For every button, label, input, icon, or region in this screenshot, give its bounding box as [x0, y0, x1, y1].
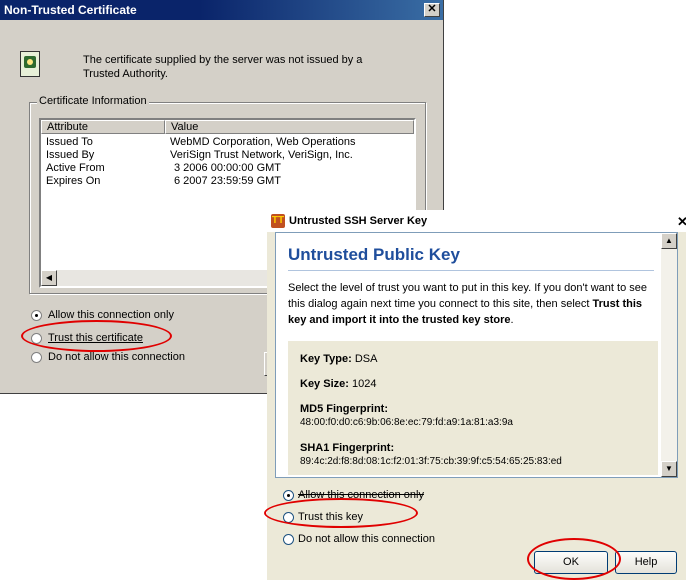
help-button[interactable]: Help — [615, 551, 677, 574]
value-cell: 6 2007 23:59:59 GMT — [174, 175, 282, 187]
key-info-panel: Untrusted Public Key Select the level of… — [275, 232, 678, 478]
sha1-value: 89:4c:2d:f8:8d:08:1c:f2:01:3f:75:cb:39:9… — [300, 456, 562, 467]
close-button[interactable]: ✕ — [424, 3, 440, 17]
deny-connection-label[interactable]: Do not allow this connection — [48, 351, 185, 363]
dialog-title: Non-Trusted Certificate — [4, 3, 137, 17]
app-icon: TT — [271, 214, 285, 228]
allow-connection-label[interactable]: Allow this connection only — [48, 309, 174, 321]
sha1-label: SHA1 Fingerprint: — [300, 442, 395, 454]
intro-text: The certificate supplied by the server w… — [83, 54, 363, 80]
key-type-row: Key Type: DSA — [300, 353, 377, 365]
table-row[interactable]: Issued By VeriSign Trust Network, VeriSi… — [41, 149, 414, 162]
allow-connection-radio[interactable] — [283, 490, 294, 501]
allow-connection-radio[interactable] — [31, 310, 42, 321]
page-title: Untrusted Public Key — [288, 245, 460, 264]
highlight-ellipse — [21, 320, 172, 352]
table-row[interactable]: Issued To WebMD Corporation, Web Operati… — [41, 136, 414, 149]
scroll-down-button[interactable]: ▼ — [661, 461, 677, 477]
deny-connection-radio[interactable] — [31, 352, 42, 363]
attribute-cell: Issued By — [46, 149, 95, 161]
description-text: Select the level of trust you want to pu… — [288, 280, 662, 328]
md5-value: 48:00:f0:d0:c6:9b:06:8e:ec:79:fd:a9:1a:8… — [300, 417, 513, 428]
key-details-box: Key Type: DSA Key Size: 1024 MD5 Fingerp… — [288, 341, 658, 475]
vertical-scrollbar[interactable]: ▲ ▼ — [661, 233, 677, 477]
title-bar[interactable]: Non-Trusted Certificate ✕ — [0, 0, 443, 20]
heading-divider — [288, 270, 654, 271]
md5-label: MD5 Fingerprint: — [300, 403, 388, 415]
list-header: Attribute Value — [41, 120, 414, 134]
attribute-cell: Expires On — [46, 175, 101, 187]
certificate-icon — [20, 51, 40, 77]
deny-connection-radio[interactable] — [283, 534, 294, 545]
key-size-row: Key Size: 1024 — [300, 378, 376, 390]
scroll-left-button[interactable]: ◀ — [41, 270, 57, 286]
highlight-ellipse — [264, 498, 418, 528]
column-header-attribute[interactable]: Attribute — [41, 120, 165, 134]
key-size-label: Key Size: — [300, 378, 349, 390]
description-end: . — [510, 314, 514, 326]
key-size-value: 1024 — [351, 378, 377, 390]
table-row[interactable]: Expires On 6 2007 23:59:59 GMT — [41, 175, 414, 188]
close-icon[interactable]: ✕ — [677, 214, 686, 230]
title-bar[interactable]: TT Untrusted SSH Server Key ✕ — [267, 210, 686, 232]
table-row[interactable]: Active From 3 2006 00:00:00 GMT — [41, 162, 414, 175]
group-title: Certificate Information — [37, 95, 149, 107]
attribute-cell: Issued To — [46, 136, 93, 148]
scroll-up-button[interactable]: ▲ — [661, 233, 677, 249]
key-type-value: DSA — [354, 353, 378, 365]
deny-connection-label[interactable]: Do not allow this connection — [298, 533, 435, 545]
attribute-cell: Active From — [46, 162, 105, 174]
key-type-label: Key Type: — [300, 353, 352, 365]
value-cell: 3 2006 00:00:00 GMT — [174, 162, 282, 174]
value-cell: VeriSign Trust Network, VeriSign, Inc. — [170, 149, 353, 161]
highlight-ellipse — [527, 538, 621, 580]
dialog-title: Untrusted SSH Server Key — [289, 215, 428, 227]
column-header-value[interactable]: Value — [165, 120, 414, 134]
value-cell: WebMD Corporation, Web Operations — [170, 136, 356, 148]
